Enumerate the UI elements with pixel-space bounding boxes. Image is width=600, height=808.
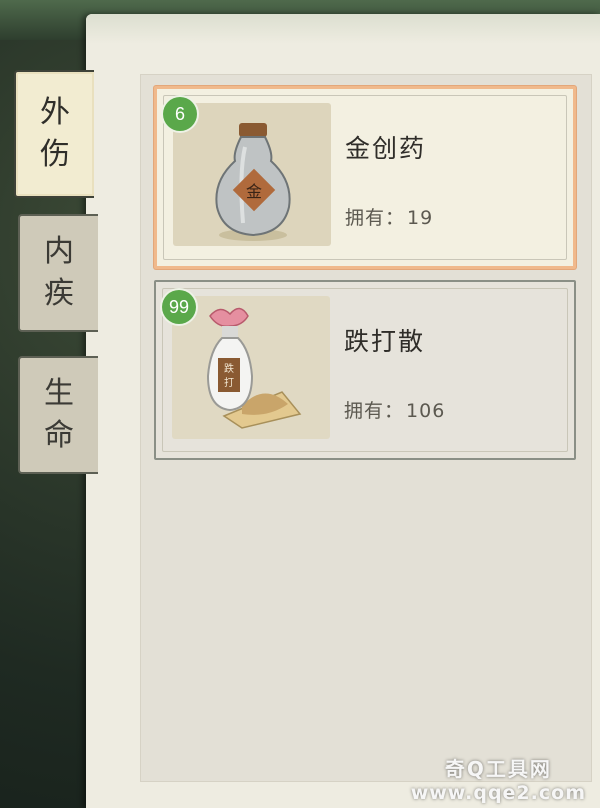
bruise-powder-bottle-icon: 跌 打 [206, 307, 302, 429]
quantity-badge: 6 [163, 97, 197, 131]
item-thumbnail: 金 [173, 103, 331, 246]
quantity-badge: 99 [162, 290, 196, 324]
owned-label: 拥有： [344, 400, 405, 422]
owned-count: 19 [407, 207, 434, 229]
item-card-jinchuangyao[interactable]: 金 6 金创药 拥有： 19 [154, 86, 576, 269]
item-owned: 拥有： 106 [344, 396, 445, 423]
item-owned: 拥有： 19 [345, 203, 433, 230]
svg-text:金: 金 [246, 182, 262, 201]
gold-wound-medicine-bottle-icon: 金 [215, 123, 291, 241]
svg-text:跌: 跌 [224, 362, 234, 375]
tab-illness[interactable]: 内疾 [18, 214, 98, 332]
item-card-dieda-san[interactable]: 跌 打 99 跌打散 拥有： 106 [154, 280, 576, 460]
owned-label: 拥有： [345, 207, 406, 229]
watermark: 奇Q工具网 www.qqe2.com [411, 753, 586, 804]
owned-count: 106 [406, 400, 446, 422]
tab-wound-label: 外伤 [40, 95, 70, 172]
tab-life[interactable]: 生命 [18, 356, 98, 474]
tab-life-label: 生命 [44, 376, 74, 453]
item-name: 金创药 [345, 134, 427, 163]
item-name: 跌打散 [344, 327, 426, 356]
tab-illness-label: 内疾 [44, 234, 74, 311]
tab-wound[interactable]: 外伤 [14, 70, 94, 198]
watermark-line1: 奇Q工具网 [444, 757, 552, 781]
item-thumbnail: 跌 打 [172, 296, 330, 439]
svg-text:打: 打 [224, 376, 234, 389]
watermark-line2: www.qqe2.com [410, 782, 586, 804]
